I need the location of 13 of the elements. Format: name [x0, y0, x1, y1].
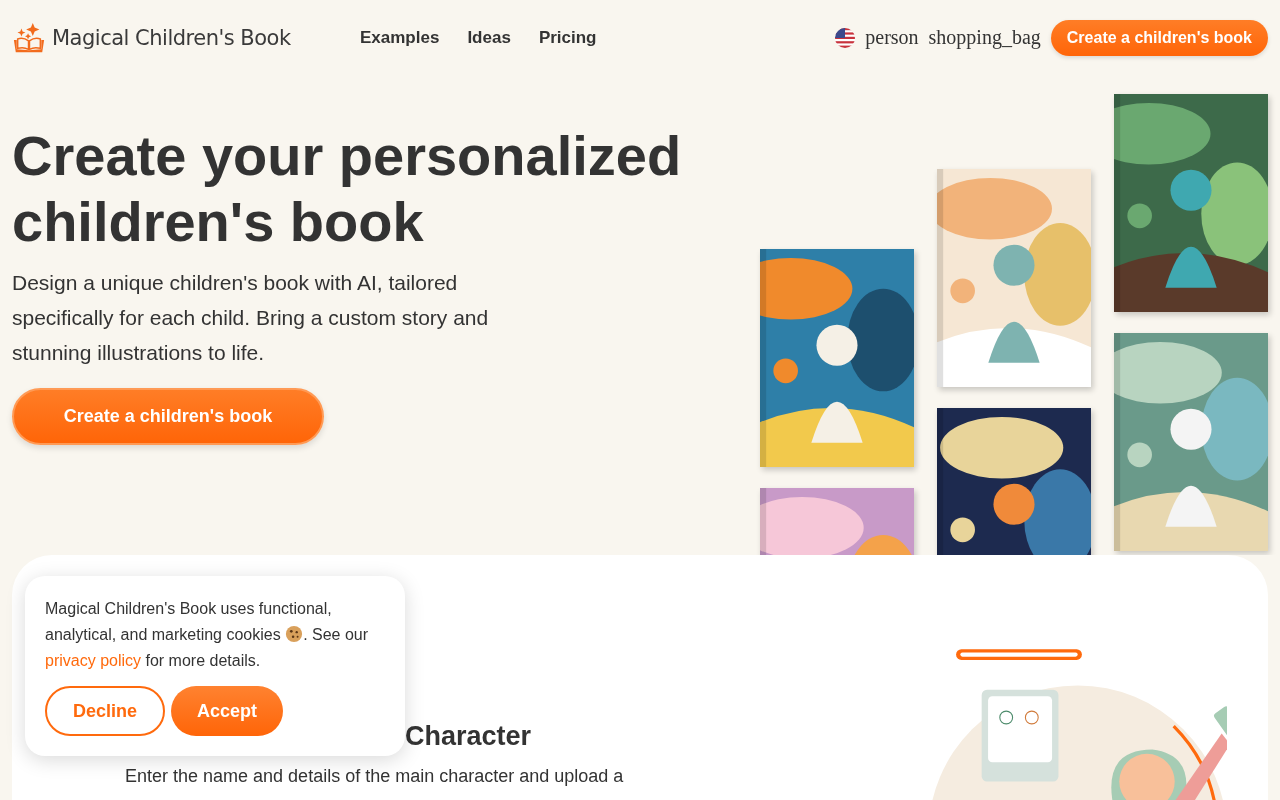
logo-text[interactable]: Magical Children's Book — [52, 25, 291, 50]
cookie-icon — [285, 625, 304, 643]
cookie-message: Magical Children's Book uses functional, analytical, and marketing cookies . See our privacy policy for more details. — [45, 599, 370, 671]
icon-label[interactable]: shopping_bag — [928, 26, 1041, 49]
hero-description: Design a unique children's book with AI, tailored specifically for each child. Bring a custom story and stunning illustrations to life. — [12, 270, 490, 366]
nav-link[interactable]: Ideas — [467, 27, 511, 48]
flag-icon[interactable] — [835, 27, 856, 48]
section-heading: Character — [405, 721, 533, 752]
section-description: Enter the name and details of the main character and upload a — [125, 765, 625, 788]
icon-label[interactable]: person — [865, 26, 919, 49]
hero-title: Create your personalized children's book — [12, 123, 683, 255]
nav-link[interactable]: Examples — [360, 27, 440, 48]
nav-link[interactable]: Pricing — [538, 27, 597, 48]
